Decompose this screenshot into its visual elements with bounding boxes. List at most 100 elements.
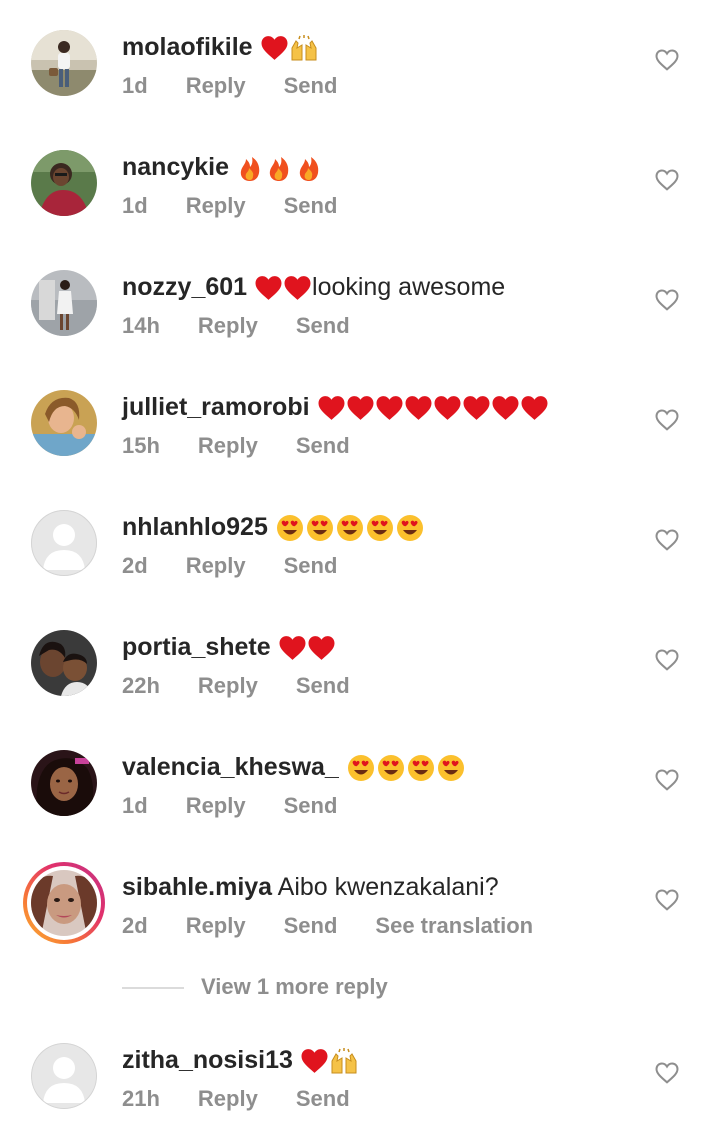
heart-emoji-icon <box>375 391 404 421</box>
avatar[interactable] <box>31 150 97 216</box>
like-comment-button[interactable] <box>655 169 679 191</box>
reply-button[interactable]: Reply <box>186 913 246 938</box>
send-button[interactable]: Send <box>296 313 350 338</box>
comment-username[interactable]: nancykie <box>122 153 229 181</box>
comment-username[interactable]: nhlanhlo925 <box>122 513 268 541</box>
send-button[interactable]: Send <box>284 913 338 938</box>
avatar[interactable] <box>31 390 97 456</box>
reply-button[interactable]: Reply <box>186 193 246 218</box>
raised-hands-emoji-icon <box>289 31 319 61</box>
comment-text-line: zitha_nosisi13 <box>122 1045 359 1075</box>
default-avatar-icon <box>31 1043 97 1109</box>
like-comment-button[interactable] <box>655 289 679 311</box>
comment-username[interactable]: julliet_ramorobi <box>122 393 310 421</box>
avatar-photo-icon <box>31 870 97 936</box>
heart-outline-icon <box>655 529 679 551</box>
heart-outline-icon <box>655 289 679 311</box>
view-more-replies-label: View 1 more reply <box>201 974 388 999</box>
comment-text-line: sibahle.miya Aibo kwenzakalani? <box>122 872 499 902</box>
heart-emoji-icon <box>300 1044 329 1074</box>
like-comment-button[interactable] <box>655 49 679 71</box>
send-button[interactable]: Send <box>296 433 350 458</box>
heart-eyes-emoji-icon <box>275 511 305 541</box>
comment-timestamp: 2d <box>122 553 148 578</box>
like-comment-button[interactable] <box>655 409 679 431</box>
heart-eyes-emoji-icon <box>346 751 376 781</box>
heart-emoji-icon <box>278 631 307 661</box>
avatar[interactable] <box>31 630 97 696</box>
heart-outline-icon <box>655 49 679 71</box>
heart-outline-icon <box>655 769 679 791</box>
raised-hands-emoji-icon <box>329 1044 359 1074</box>
send-button[interactable]: Send <box>284 553 338 578</box>
comment-timestamp: 2d <box>122 913 148 938</box>
see-translation-button[interactable]: See translation <box>375 913 533 938</box>
comment-username[interactable]: zitha_nosisi13 <box>122 1046 293 1074</box>
reply-button[interactable]: Reply <box>198 1086 258 1111</box>
heart-eyes-emoji-icon <box>406 751 436 781</box>
like-comment-button[interactable] <box>655 1062 679 1084</box>
comment-meta: 15h Reply Send <box>122 432 388 460</box>
comment-item: portia_shete 22h Reply Send <box>0 630 720 730</box>
send-button[interactable]: Send <box>296 1086 350 1111</box>
like-comment-button[interactable] <box>655 649 679 671</box>
comment-username[interactable]: nozzy_601 <box>122 273 247 301</box>
heart-outline-icon <box>655 889 679 911</box>
default-avatar-icon <box>31 510 97 576</box>
comment-username[interactable]: portia_shete <box>122 633 271 661</box>
comment-item: nozzy_601 looking awesome 14h Reply Send <box>0 270 720 370</box>
reply-button[interactable]: Reply <box>186 793 246 818</box>
send-button[interactable]: Send <box>296 673 350 698</box>
comment-username[interactable]: valencia_kheswa_ <box>122 753 339 781</box>
comment-username[interactable]: sibahle.miya <box>122 873 272 901</box>
like-comment-button[interactable] <box>655 769 679 791</box>
comment-text-line: nancykie <box>122 152 324 182</box>
comment-item: julliet_ramorobi 15h Reply Send <box>0 390 720 490</box>
like-comment-button[interactable] <box>655 529 679 551</box>
comment-meta: 22h Reply Send <box>122 672 388 700</box>
comment-text-line: nozzy_601 looking awesome <box>122 272 505 302</box>
send-button[interactable]: Send <box>284 193 338 218</box>
heart-eyes-emoji-icon <box>305 511 335 541</box>
heart-emoji-icon <box>317 391 346 421</box>
comment-meta: 1d Reply Send <box>122 192 375 220</box>
story-ring-gap <box>27 866 101 940</box>
reply-button[interactable]: Reply <box>186 553 246 578</box>
avatar[interactable] <box>31 30 97 96</box>
comment-body: looking awesome <box>312 273 506 301</box>
send-button[interactable]: Send <box>284 793 338 818</box>
avatar[interactable] <box>31 1043 97 1109</box>
reply-button[interactable]: Reply <box>186 73 246 98</box>
heart-emoji-icon <box>491 391 520 421</box>
heart-outline-icon <box>655 169 679 191</box>
reply-thread-line <box>122 987 184 990</box>
like-comment-button[interactable] <box>655 889 679 911</box>
heart-emoji-icon <box>462 391 491 421</box>
comment-text-line: valencia_kheswa_ <box>122 752 466 782</box>
comment-meta: 1d Reply Send <box>122 72 375 100</box>
comment-timestamp: 1d <box>122 193 148 218</box>
comment-body: Aibo kwenzakalani? <box>277 873 499 901</box>
heart-emoji-icon <box>254 271 283 301</box>
avatar[interactable] <box>31 750 97 816</box>
avatar[interactable] <box>31 510 97 576</box>
reply-button[interactable]: Reply <box>198 673 258 698</box>
heart-emoji-icon <box>260 31 289 61</box>
comment-username[interactable]: molaofikile <box>122 33 253 61</box>
comment-meta: 21h Reply Send <box>122 1085 388 1113</box>
reply-button[interactable]: Reply <box>198 313 258 338</box>
reply-button[interactable]: Reply <box>198 433 258 458</box>
avatar[interactable] <box>31 270 97 336</box>
avatar-with-story-ring[interactable] <box>23 862 105 944</box>
heart-emoji-icon <box>283 271 312 301</box>
heart-outline-icon <box>655 409 679 431</box>
heart-eyes-emoji-icon <box>376 751 406 781</box>
comment-timestamp: 21h <box>122 1086 160 1111</box>
comment-text-line: julliet_ramorobi <box>122 392 549 422</box>
heart-eyes-emoji-icon <box>365 511 395 541</box>
view-more-replies-button[interactable]: View 1 more reply <box>122 972 388 1002</box>
comment-timestamp: 1d <box>122 73 148 98</box>
comment-timestamp: 14h <box>122 313 160 338</box>
heart-emoji-icon <box>433 391 462 421</box>
send-button[interactable]: Send <box>284 73 338 98</box>
